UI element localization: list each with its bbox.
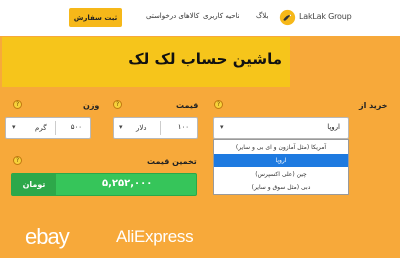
brand-logo[interactable]: LakLak Group — [279, 9, 355, 26]
buy-from-dropdown-list[interactable]: آمریکا (مثل آمازون و ای بی و سایر) اروپا… — [213, 139, 349, 195]
buy-from-label: خرید از — [359, 101, 388, 110]
buy-from-select[interactable]: اروپا ▾ — [213, 117, 349, 139]
field-divider — [55, 121, 56, 135]
price-label: قیمت — [176, 101, 199, 110]
ebay-logo: ebay — [25, 224, 70, 249]
aliexpress-logo: AliExpress — [116, 227, 194, 246]
submit-order-button[interactable]: ثبت سفارش — [69, 8, 122, 27]
price-help-icon[interactable]: ? — [113, 100, 122, 109]
chevron-down-icon: ▾ — [220, 123, 224, 131]
dropdown-option-dubai[interactable]: دبی (مثل سوق و سایر) — [214, 181, 348, 194]
stork-logo-icon — [279, 9, 296, 26]
currency-label: تومان — [12, 174, 56, 195]
dropdown-option-europe[interactable]: اروپا — [214, 154, 348, 167]
field-divider — [160, 121, 161, 135]
nav-item-user-area[interactable]: ناحیه کاربری — [203, 12, 240, 20]
buy-from-value: اروپا — [327, 123, 340, 131]
brand-name: LakLak Group — [299, 12, 352, 21]
buy-from-help-icon[interactable]: ? — [214, 100, 223, 109]
price-field[interactable]: ۱۰۰ دلار ▾ — [113, 117, 198, 139]
price-unit[interactable]: دلار — [136, 124, 147, 132]
price-input-value[interactable]: ۱۰۰ — [178, 123, 189, 131]
nav-item-requested-products[interactable]: کالاهای درخواستی — [146, 12, 199, 20]
price-estimate-result: تومان ۵,۲۵۲,۰۰۰ — [11, 173, 197, 196]
chevron-down-icon: ▾ — [12, 123, 16, 131]
weight-label: وزن — [83, 101, 100, 110]
top-navigation-bar: ثبت سفارش کالاهای درخواستی ناحیه کاربری … — [0, 0, 400, 36]
estimated-amount: ۵,۲۵۲,۰۰۰ — [102, 178, 153, 189]
dropdown-option-america[interactable]: آمریکا (مثل آمازون و ای بی و سایر) — [214, 141, 348, 154]
weight-help-icon[interactable]: ? — [13, 100, 22, 109]
weight-field[interactable]: ۵۰۰ گرم ▾ — [5, 117, 91, 139]
estimate-label: تخمین قیمت — [147, 157, 197, 166]
estimate-help-icon[interactable]: ? — [13, 156, 22, 165]
chevron-down-icon: ▾ — [119, 123, 123, 131]
title-banner: ماشین حساب لک لک — [2, 37, 290, 87]
weight-unit[interactable]: گرم — [35, 124, 47, 132]
nav-item-blog[interactable]: بلاگ — [256, 12, 268, 20]
dropdown-option-china[interactable]: چین (علی اکسپرس) — [214, 168, 348, 181]
weight-input-value[interactable]: ۵۰۰ — [71, 123, 82, 131]
page-title: ماشین حساب لک لک — [128, 50, 282, 68]
